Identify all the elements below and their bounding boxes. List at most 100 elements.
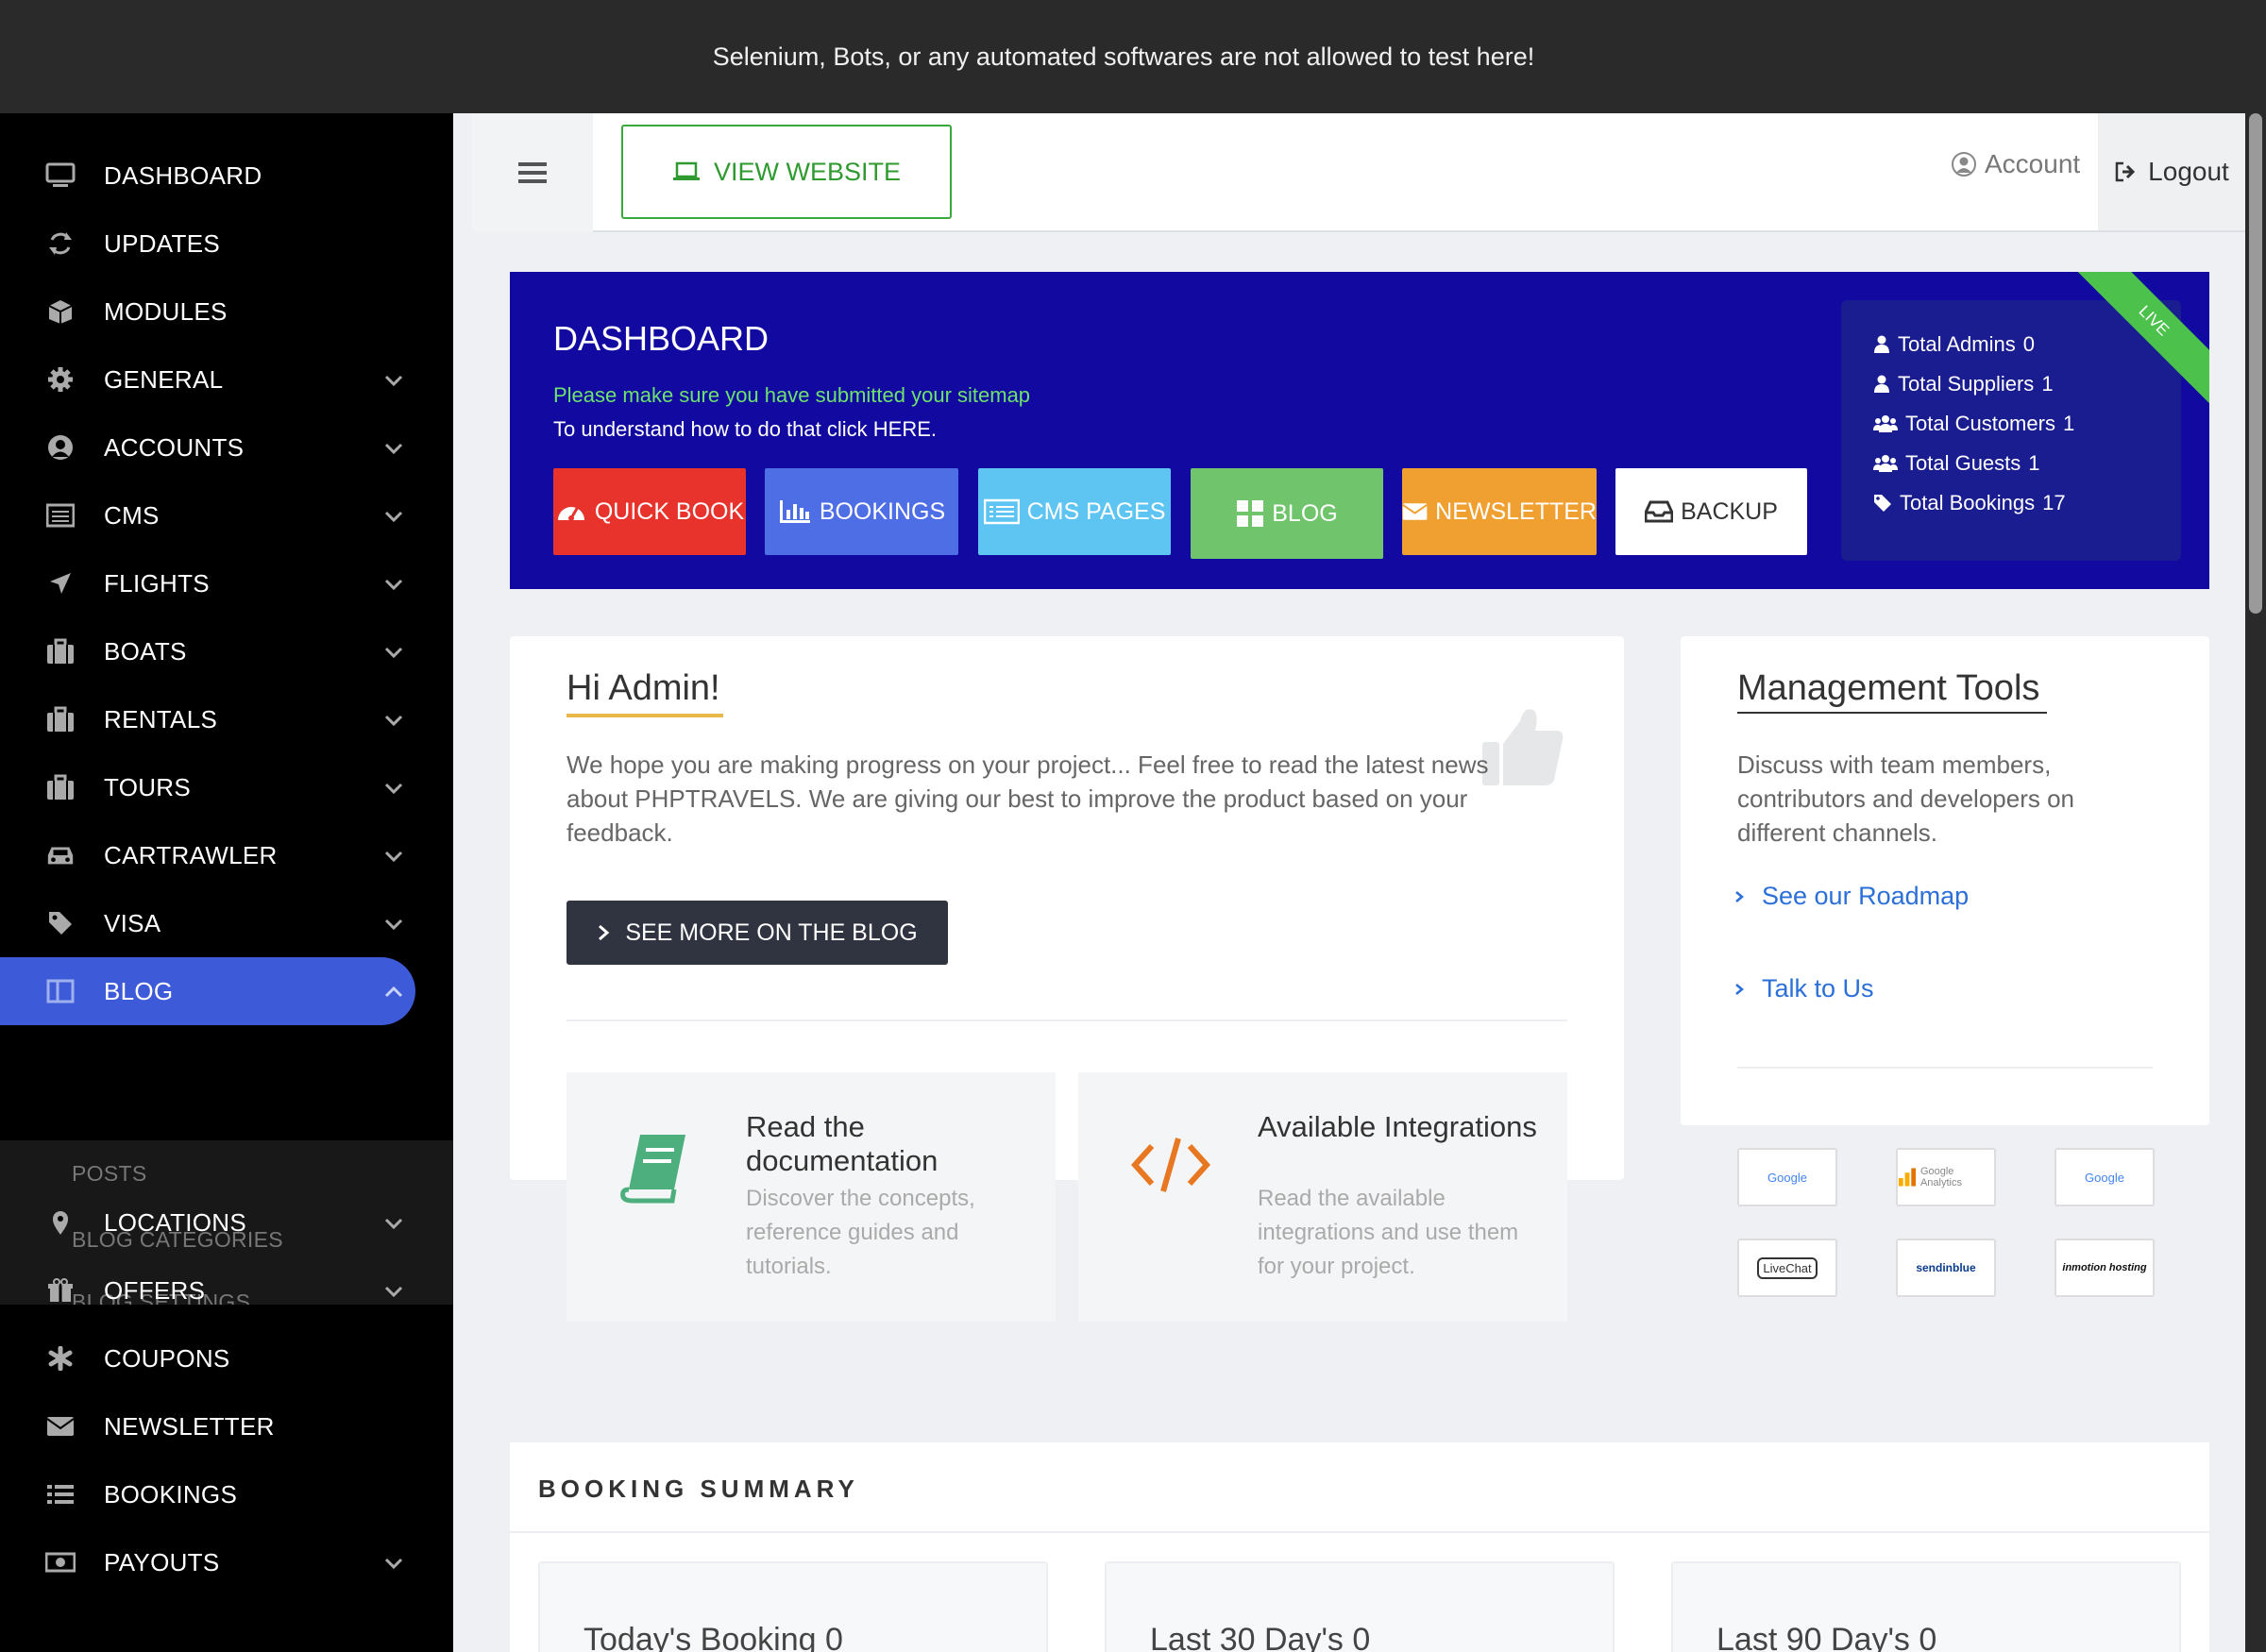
integrations-title: Available Integrations bbox=[1258, 1110, 1537, 1143]
welcome-card: Hi Admin! We hope you are making progres… bbox=[510, 636, 1624, 1322]
sidebar-item-rentals[interactable]: RENTALS bbox=[0, 685, 453, 753]
sendinblue-logo[interactable]: sendinblue bbox=[1896, 1239, 1996, 1297]
sidebar-item-flights[interactable]: FLIGHTS bbox=[0, 549, 453, 617]
chevron-down-icon bbox=[384, 919, 403, 931]
integrations-card[interactable]: Available Integrations Read the availabl… bbox=[1078, 1072, 1567, 1322]
sidebar-item-modules[interactable]: MODULES bbox=[0, 278, 453, 346]
suitcase-icon bbox=[45, 638, 76, 665]
code-icon bbox=[1131, 1138, 1210, 1192]
blog-button[interactable]: BLOG bbox=[1191, 468, 1383, 559]
sidebar-item-blog[interactable]: BLOG bbox=[0, 957, 415, 1025]
chevron-down-icon bbox=[384, 851, 403, 863]
user-circle-icon bbox=[45, 434, 76, 461]
stat-label: Total Admins bbox=[1898, 332, 2016, 356]
quick-book-button[interactable]: QUICK BOOK bbox=[553, 468, 746, 555]
chevron-right-icon bbox=[599, 924, 610, 941]
sitemap-help-link[interactable]: To understand how to do that click HERE. bbox=[553, 417, 937, 442]
google-analytics-logo[interactable]: Google Analytics bbox=[1896, 1148, 1996, 1206]
last-90-days-box: Last 90 Day's 0 bbox=[1671, 1561, 2181, 1652]
logo-text: Google bbox=[1767, 1170, 1807, 1185]
chevron-down-icon bbox=[384, 715, 403, 727]
sidebar-item-label: GENERAL bbox=[104, 364, 224, 394]
bookings-button[interactable]: BOOKINGS bbox=[765, 468, 958, 555]
user-circle-icon bbox=[1952, 152, 1976, 177]
sidebar-item-label: COUPONS bbox=[104, 1343, 230, 1373]
stat-value: 1 bbox=[2041, 372, 2054, 396]
sidebar-item-dashboard[interactable]: DASHBOARD bbox=[0, 142, 453, 210]
chevron-down-icon bbox=[384, 443, 403, 455]
title-underline bbox=[566, 714, 723, 717]
hamburger-icon bbox=[518, 162, 547, 183]
livechat-logo[interactable]: LiveChat bbox=[1737, 1239, 1837, 1297]
refresh-icon bbox=[45, 230, 76, 257]
user-icon bbox=[1874, 335, 1889, 353]
inmotion-hosting-logo[interactable]: inmotion hosting bbox=[2055, 1239, 2155, 1297]
sidebar-item-visa[interactable]: VISA bbox=[0, 889, 453, 957]
newsletter-button[interactable]: NEWSLETTER bbox=[1402, 468, 1597, 555]
see-more-blog-button[interactable]: SEE MORE ON THE BLOG bbox=[566, 901, 948, 965]
users-icon bbox=[1873, 455, 1898, 472]
sidebar-item-locations[interactable]: LOCATIONS bbox=[0, 1188, 453, 1256]
sidebar-item-general[interactable]: GENERAL bbox=[0, 346, 453, 413]
sidebar-item-label: BOATS bbox=[104, 636, 187, 666]
google-calendar-logo[interactable]: Google bbox=[2055, 1148, 2155, 1206]
envelope-icon bbox=[45, 1413, 76, 1440]
cms-pages-button[interactable]: CMS PAGES bbox=[978, 468, 1171, 555]
management-title: Management Tools bbox=[1737, 668, 2040, 708]
logout-button[interactable]: Logout bbox=[2098, 113, 2245, 230]
stat-value: 17 bbox=[2042, 491, 2066, 514]
sidebar-item-payouts[interactable]: PAYOUTS bbox=[0, 1528, 453, 1596]
stat-label: Total Bookings bbox=[1900, 491, 2036, 514]
sidebar-item-label: ACCOUNTS bbox=[104, 432, 245, 462]
sidebar-item-cms[interactable]: CMS bbox=[0, 481, 453, 549]
sidebar-item-offers[interactable]: OFFERS bbox=[0, 1256, 453, 1324]
scrollbar-thumb[interactable] bbox=[2249, 113, 2262, 614]
backup-button[interactable]: BACKUP bbox=[1615, 468, 1807, 555]
laptop-icon bbox=[672, 161, 700, 180]
chevron-down-icon bbox=[384, 783, 403, 795]
sidebar-item-tours[interactable]: TOURS bbox=[0, 753, 453, 821]
sidebar-item-label: FLIGHTS bbox=[104, 568, 210, 598]
tag-icon bbox=[1874, 495, 1891, 512]
talk-to-us-link[interactable]: Talk to Us bbox=[1733, 974, 1874, 1003]
book-icon bbox=[620, 1135, 685, 1204]
view-website-button[interactable]: VIEW WEBSITE bbox=[621, 125, 952, 219]
sidebar-item-cartrawler[interactable]: CARTRAWLER bbox=[0, 821, 453, 889]
documentation-title: Read the documentation bbox=[746, 1110, 939, 1177]
sidebar-item-coupons[interactable]: COUPONS bbox=[0, 1324, 453, 1392]
chevron-up-icon bbox=[384, 986, 403, 998]
menu-toggle-button[interactable] bbox=[472, 113, 593, 232]
quick-book-label: QUICK BOOK bbox=[594, 497, 745, 525]
account-link[interactable]: Account bbox=[1951, 149, 2080, 179]
sidebar-item-updates[interactable]: UPDATES bbox=[0, 210, 453, 278]
stat-value: 1 bbox=[2062, 412, 2075, 435]
last-30-days-label: Last 30 Day's 0 bbox=[1150, 1622, 1371, 1652]
map-pin-icon bbox=[45, 1209, 76, 1236]
sidebar-item-bookings[interactable]: BOOKINGS bbox=[0, 1460, 453, 1528]
account-label: Account bbox=[1985, 149, 2081, 178]
submenu-item-posts[interactable]: POSTS bbox=[72, 1161, 146, 1187]
roadmap-link[interactable]: See our Roadmap bbox=[1733, 882, 1969, 911]
suitcase-icon bbox=[45, 706, 76, 733]
sidebar-item-accounts[interactable]: ACCOUNTS bbox=[0, 413, 453, 481]
stat-label: Total Suppliers bbox=[1898, 372, 2035, 396]
list-box-icon bbox=[983, 498, 1020, 525]
welcome-title: Hi Admin! bbox=[566, 668, 720, 708]
logo-text: LiveChat bbox=[1757, 1256, 1818, 1279]
sidebar-item-newsletter[interactable]: NEWSLETTER bbox=[0, 1392, 453, 1460]
booking-summary-title: BOOKING SUMMARY bbox=[538, 1475, 859, 1503]
google-webmaster-logo[interactable]: Google bbox=[1737, 1148, 1837, 1206]
monitor-icon bbox=[45, 162, 76, 189]
chevron-right-icon bbox=[1735, 983, 1744, 995]
title-underline bbox=[1737, 712, 2047, 714]
page-scrollbar[interactable] bbox=[2245, 0, 2266, 1652]
booking-summary: BOOKING SUMMARY Today's Booking 0 Last 3… bbox=[510, 1442, 2209, 1652]
sidebar-item-boats[interactable]: BOATS bbox=[0, 617, 453, 685]
management-text: Discuss with team members, contributors … bbox=[1737, 750, 2075, 847]
see-more-blog-label: SEE MORE ON THE BLOG bbox=[625, 919, 918, 946]
sidebar-item-label: TOURS bbox=[104, 772, 192, 801]
stat-value: 1 bbox=[2028, 451, 2040, 475]
plane-icon bbox=[45, 570, 76, 597]
documentation-card[interactable]: Read the documentation Discover the conc… bbox=[566, 1072, 1056, 1322]
backup-label: BACKUP bbox=[1681, 497, 1778, 525]
